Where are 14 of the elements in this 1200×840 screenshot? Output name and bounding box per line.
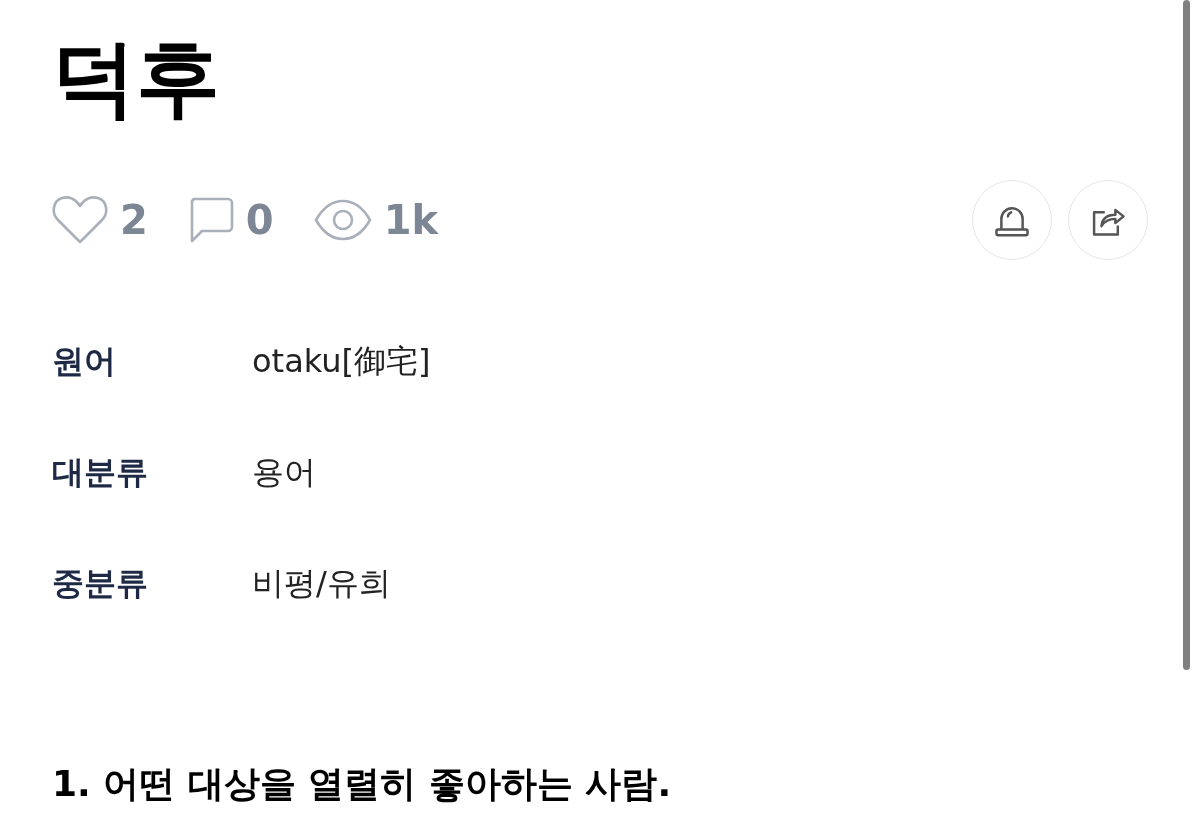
- eye-icon: [313, 199, 372, 241]
- scrollbar-thumb[interactable]: [1183, 0, 1190, 670]
- stat-count: 1k: [383, 200, 439, 240]
- info-label: 대분류: [52, 451, 149, 493]
- definition-text: 1. 어떤 대상을 열렬히 좋아하는 사람.: [52, 762, 673, 806]
- info-value: otaku[御宅]: [252, 340, 431, 382]
- info-value: 비평/유희: [252, 562, 391, 604]
- page-title: 덕후: [52, 28, 221, 128]
- info-label: 원어: [52, 340, 117, 382]
- info-label: 중분류: [52, 562, 149, 604]
- stat-count: 2: [120, 200, 148, 240]
- heart-icon[interactable]: [52, 195, 108, 245]
- stat-count: 0: [245, 200, 274, 240]
- info-value: 용어: [252, 451, 316, 493]
